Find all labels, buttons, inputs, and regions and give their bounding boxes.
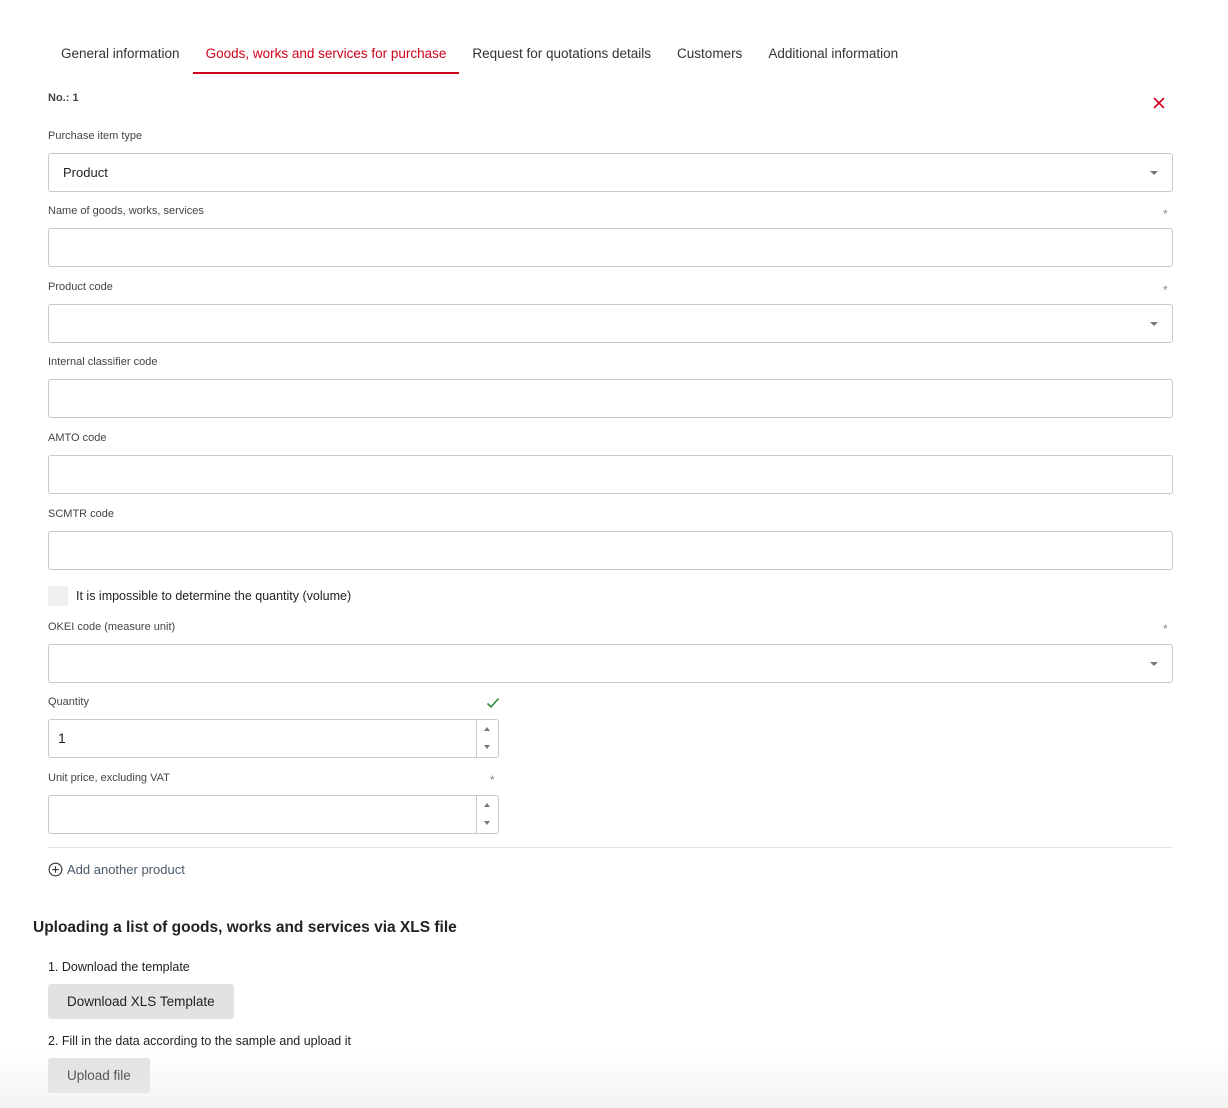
unit-price-spinner (476, 796, 498, 833)
divider (48, 847, 1173, 848)
chevron-down-icon (1150, 662, 1158, 666)
purchase-item-type-value: Product (63, 165, 108, 180)
okei-code-label: OKEI code (measure unit) (48, 621, 176, 633)
quantity-spinner (476, 720, 498, 757)
plus-circle-icon (48, 862, 63, 877)
impossible-quantity-row: It is impossible to determine the quanti… (48, 586, 351, 606)
item-number: No.: 1 (48, 92, 79, 104)
close-icon[interactable] (1151, 95, 1167, 111)
tab-bar: General information Goods, works and ser… (48, 38, 911, 74)
unit-price-increment-button[interactable] (477, 796, 498, 814)
impossible-quantity-label[interactable]: It is impossible to determine the quanti… (76, 589, 351, 603)
tab-customers[interactable]: Customers (664, 38, 755, 74)
quantity-value: 1 (58, 730, 66, 746)
okei-code-select[interactable] (48, 644, 1173, 683)
product-code-label: Product code (48, 281, 113, 293)
chevron-down-icon (1150, 322, 1158, 326)
amto-code-input[interactable] (48, 455, 1173, 494)
required-marker: * (1163, 283, 1168, 297)
impossible-quantity-checkbox[interactable] (48, 586, 68, 606)
add-product-label: Add another product (67, 862, 185, 877)
step-2-text: 2. Fill in the data according to the sam… (48, 1034, 351, 1048)
upload-file-button[interactable]: Upload file (48, 1058, 150, 1093)
amto-code-label: AMTO code (48, 432, 107, 444)
step-1-text: 1. Download the template (48, 960, 190, 974)
tab-additional-information[interactable]: Additional information (755, 38, 911, 74)
download-template-button[interactable]: Download XLS Template (48, 984, 234, 1019)
product-code-select[interactable] (48, 304, 1173, 343)
tab-goods-works-services[interactable]: Goods, works and services for purchase (192, 38, 460, 74)
scmtr-code-input[interactable] (48, 531, 1173, 570)
internal-classifier-label: Internal classifier code (48, 356, 158, 368)
internal-classifier-input[interactable] (48, 379, 1173, 418)
bottom-fade (0, 1050, 1228, 1108)
scmtr-code-label: SCMTR code (48, 508, 115, 520)
chevron-down-icon (1150, 171, 1158, 175)
quantity-stepper[interactable]: 1 (48, 719, 499, 758)
purchase-item-type-select[interactable]: Product (48, 153, 1173, 192)
required-marker: * (1163, 622, 1168, 636)
unit-price-label: Unit price, excluding VAT (48, 772, 170, 784)
quantity-label: Quantity (48, 696, 89, 708)
quantity-decrement-button[interactable] (477, 738, 498, 756)
add-product-button[interactable]: Add another product (48, 862, 185, 877)
quantity-increment-button[interactable] (477, 720, 498, 738)
checkmark-icon (486, 697, 500, 709)
required-marker: * (490, 773, 495, 787)
unit-price-stepper[interactable] (48, 795, 499, 834)
required-marker: * (1163, 207, 1168, 221)
upload-section-title: Uploading a list of goods, works and ser… (33, 919, 457, 936)
purchase-item-type-label: Purchase item type (48, 130, 143, 142)
unit-price-decrement-button[interactable] (477, 814, 498, 832)
name-input[interactable] (48, 228, 1173, 267)
tab-rfq-details[interactable]: Request for quotations details (459, 38, 664, 74)
name-label: Name of goods, works, services (48, 205, 204, 217)
tab-general-information[interactable]: General information (48, 38, 193, 74)
